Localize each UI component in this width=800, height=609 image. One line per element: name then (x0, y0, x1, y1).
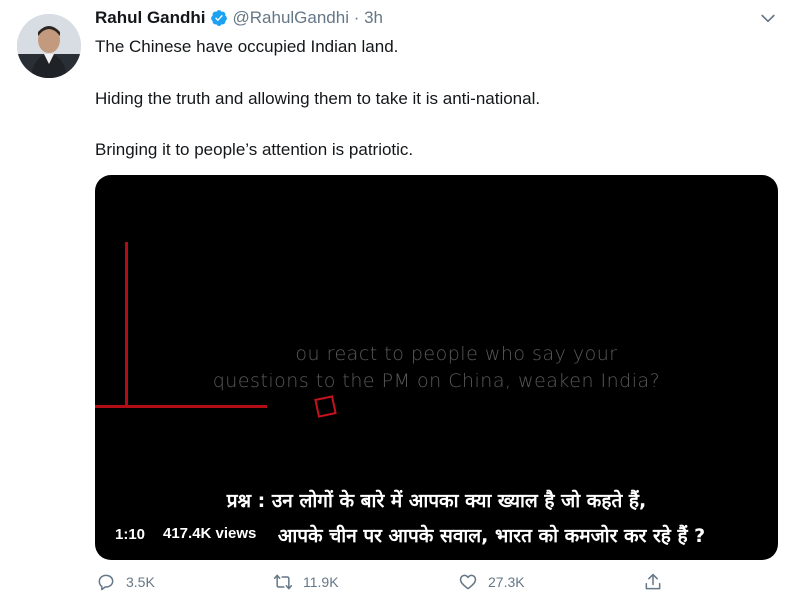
chevron-down-icon[interactable] (758, 8, 778, 28)
tweet-header: Rahul Gandhi @RahulGandhi · 3h (95, 8, 383, 28)
video-subtitle-line-1: प्रश्न : उन लोगों के बारे में आपका क्या … (226, 490, 647, 512)
tweet-actions: 3.5K 11.9K 27.3K (0, 572, 800, 600)
video-overlay-line-1: ou react to people who say your (295, 343, 618, 365)
decorative-red-square (314, 395, 337, 418)
tweet-text-line-1: The Chinese have occupied Indian land. (95, 37, 399, 56)
decorative-red-line-horizontal (95, 405, 267, 408)
retweet-count: 11.9K (303, 574, 339, 590)
heart-icon (459, 574, 477, 590)
share-button[interactable] (643, 572, 663, 592)
retweet-button[interactable]: 11.9K (273, 572, 339, 592)
handle-and-time[interactable]: @RahulGandhi · 3h (233, 8, 384, 28)
video-overlay-line-2: questions to the PM on China, weaken Ind… (212, 370, 661, 392)
retweet-icon (273, 574, 293, 590)
tweet-text-line-3: Bringing it to people’s attention is pat… (95, 140, 414, 159)
video-player[interactable]: ou react to people who say your question… (95, 175, 778, 560)
video-views-count: 417.4K views (155, 523, 263, 545)
reply-icon (98, 574, 114, 591)
like-count: 27.3K (488, 574, 525, 590)
video-timestamp: 1:10 (115, 526, 146, 543)
verified-badge-icon (210, 10, 227, 26)
avatar[interactable] (17, 14, 81, 78)
author-name[interactable]: Rahul Gandhi (95, 8, 206, 28)
share-icon (645, 573, 661, 590)
tweet-text-line-2: Hiding the truth and allowing them to ta… (95, 89, 541, 108)
reply-button[interactable]: 3.5K (96, 572, 155, 592)
like-button[interactable]: 27.3K (458, 572, 525, 592)
reply-count: 3.5K (126, 574, 155, 590)
